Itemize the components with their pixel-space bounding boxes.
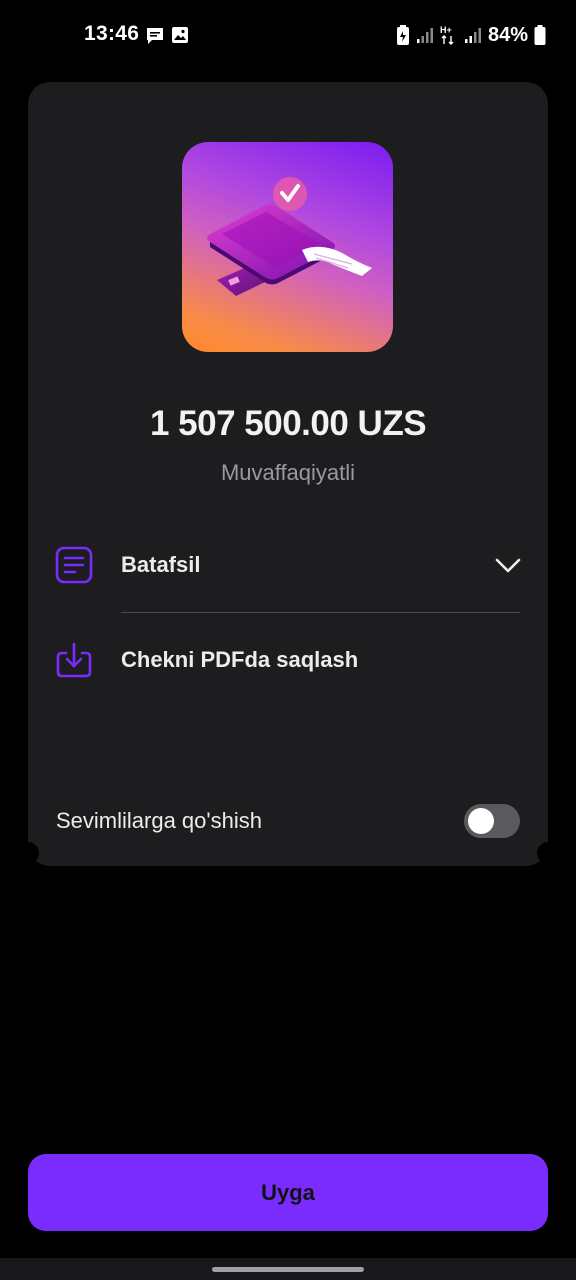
svg-text:H+: H+	[440, 25, 452, 35]
home-button[interactable]: Uyga	[28, 1154, 548, 1231]
status-bar: 13:46 H+ 84%	[0, 0, 576, 70]
battery-icon	[534, 25, 546, 45]
favorite-toggle[interactable]	[464, 804, 520, 838]
status-right: H+ 84%	[396, 22, 546, 48]
document-icon	[54, 545, 94, 585]
message-icon	[147, 28, 163, 44]
receipt-card: 1 507 500.00 UZS Muvaffaqiyatli Batafsil…	[17, 82, 559, 866]
system-nav-bar	[0, 1258, 576, 1280]
payment-amount: 1 507 500.00 UZS	[149, 404, 427, 443]
payment-success-illustration	[182, 142, 393, 352]
payment-status: Muvaffaqiyatli	[220, 460, 356, 485]
favorite-label: Sevimlilarga qo'shish	[56, 808, 262, 833]
details-label: Batafsil	[121, 552, 201, 577]
divider	[121, 612, 520, 613]
signal-icon	[416, 28, 433, 43]
chevron-down-icon[interactable]	[494, 551, 522, 579]
save-pdf-row[interactable]: Chekni PDFda saqlash	[54, 638, 522, 682]
home-gesture-handle[interactable]	[212, 1267, 364, 1272]
hplus-data-icon: H+	[440, 25, 454, 45]
card-notch-right	[537, 842, 559, 864]
details-row[interactable]: Batafsil	[54, 543, 522, 587]
battery-saver-icon	[396, 25, 409, 45]
status-time: 13:46	[84, 22, 140, 45]
gallery-icon	[172, 27, 188, 43]
save-pdf-label: Chekni PDFda saqlash	[121, 647, 359, 672]
toggle-knob	[468, 808, 494, 834]
battery-percent: 84%	[487, 23, 528, 46]
card-notch-left	[17, 842, 39, 864]
signal-icon	[464, 28, 481, 43]
download-icon	[54, 640, 94, 680]
